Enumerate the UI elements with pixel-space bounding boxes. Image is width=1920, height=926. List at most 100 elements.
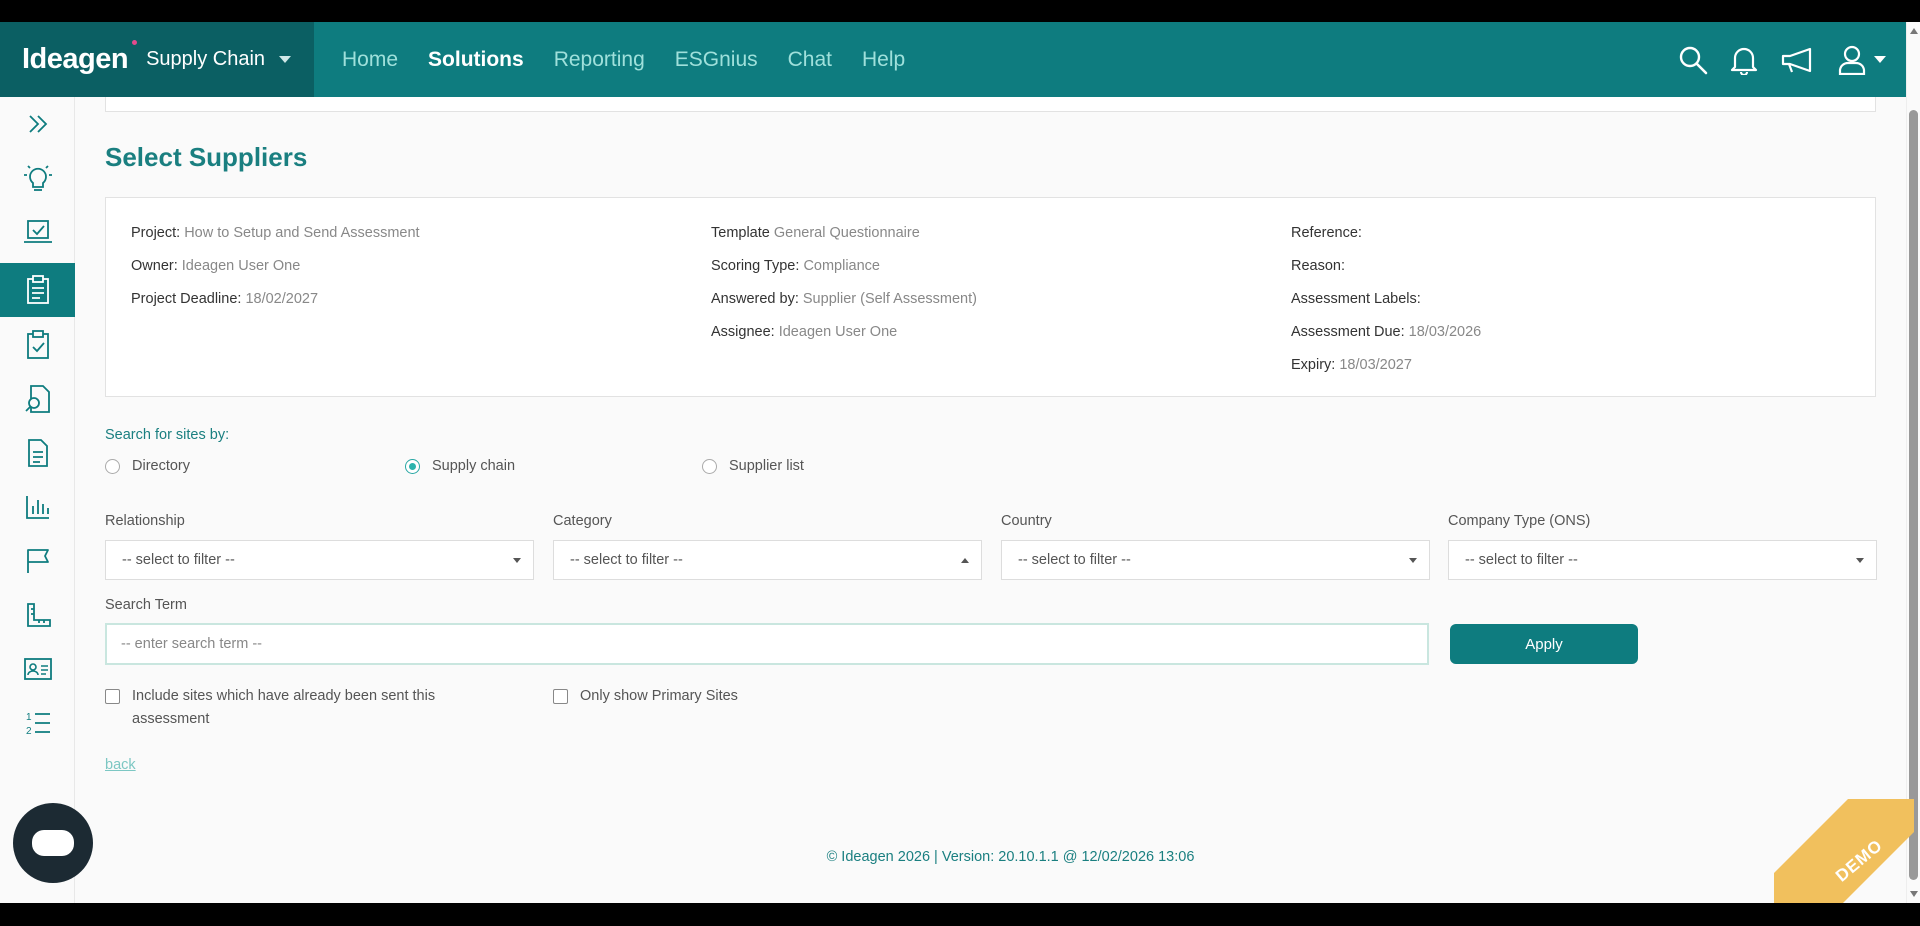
- footer-version: © Ideagen 2026 | Version: 20.10.1.1 @ 12…: [826, 849, 1195, 865]
- category-select[interactable]: -- select to filter --: [553, 540, 982, 580]
- relationship-select[interactable]: -- select to filter --: [105, 540, 534, 580]
- scroll-up-icon[interactable]: [1910, 28, 1918, 34]
- info-assessment-due: Assessment Due: 18/03/2026: [1291, 324, 1482, 340]
- vertical-scrollbar[interactable]: [1906, 22, 1920, 903]
- filter-label-category: Category: [553, 513, 612, 529]
- search-term-input[interactable]: [105, 623, 1429, 665]
- app-window: Ideagen Supply Chain Home Solutions Repo…: [0, 0, 1920, 926]
- back-link[interactable]: back: [105, 757, 136, 773]
- bell-icon[interactable]: [1730, 45, 1758, 75]
- info-project: Project: How to Setup and Send Assessmen…: [131, 225, 420, 241]
- user-icon: [1838, 45, 1866, 75]
- sidebar-item-assessments[interactable]: [0, 205, 75, 259]
- nav-solutions[interactable]: Solutions: [428, 48, 524, 72]
- search-by-label: Search for sites by:: [105, 427, 230, 443]
- info-assessment-labels: Assessment Labels:: [1291, 291, 1421, 307]
- info-reference: Reference:: [1291, 225, 1362, 241]
- sidebar: 12: [0, 97, 75, 903]
- ordered-list-icon: 12: [26, 712, 50, 737]
- nav-reporting[interactable]: Reporting: [554, 48, 645, 72]
- radio-supply-chain[interactable]: Supply chain: [405, 458, 515, 474]
- sidebar-item-flags[interactable]: [0, 534, 75, 588]
- filter-label-country: Country: [1001, 513, 1052, 529]
- chat-icon: [32, 830, 74, 856]
- info-scoring-type: Scoring Type: Compliance: [711, 258, 881, 274]
- sidebar-item-ideas[interactable]: [0, 151, 75, 205]
- nav-home[interactable]: Home: [342, 48, 398, 72]
- sidebar-item-projects[interactable]: [0, 263, 75, 317]
- svg-text:1: 1: [26, 712, 32, 723]
- checkbox[interactable]: [553, 689, 568, 704]
- svg-text:2: 2: [26, 726, 32, 737]
- document-icon: [27, 439, 48, 467]
- bar-chart-icon: [25, 496, 49, 519]
- search-term-label: Search Term: [105, 597, 187, 613]
- chevron-down-icon: [1409, 558, 1417, 563]
- sidebar-item-documents[interactable]: [0, 426, 75, 480]
- project-info-panel: Project: How to Setup and Send Assessmen…: [105, 197, 1876, 397]
- info-expiry: Expiry: 18/03/2027: [1291, 357, 1412, 373]
- filter-label-relationship: Relationship: [105, 513, 185, 529]
- radio-circle[interactable]: [702, 458, 717, 474]
- radio-circle-selected[interactable]: [405, 458, 420, 474]
- main-nav: Home Solutions Reporting ESGnius Chat He…: [342, 22, 905, 97]
- apply-button[interactable]: Apply: [1450, 624, 1638, 664]
- page-title: Select Suppliers: [105, 142, 308, 172]
- scrollbar-thumb[interactable]: [1909, 110, 1918, 880]
- sidebar-item-lists[interactable]: 12: [0, 696, 75, 750]
- country-select[interactable]: -- select to filter --: [1001, 540, 1430, 580]
- lightbulb-icon: [23, 165, 52, 191]
- chevron-down-icon: [513, 558, 521, 563]
- megaphone-icon[interactable]: [1780, 46, 1816, 74]
- ruler-icon: [26, 603, 51, 627]
- product-name: Supply Chain: [146, 48, 266, 70]
- id-card-icon: [23, 658, 52, 680]
- radio-circle[interactable]: [105, 458, 120, 474]
- info-owner: Owner: Ideagen User One: [131, 258, 301, 274]
- top-panel-edge: [105, 97, 1876, 112]
- info-column-template: Template General Questionnaire Scoring T…: [711, 224, 977, 356]
- top-navigation: Ideagen Supply Chain Home Solutions Repo…: [0, 22, 1906, 97]
- info-assignee: Assignee: Ideagen User One: [711, 324, 898, 340]
- company-type-select[interactable]: -- select to filter --: [1448, 540, 1877, 580]
- laptop-check-icon: [23, 220, 52, 243]
- sidebar-item-reports[interactable]: [0, 480, 75, 534]
- document-search-icon: [24, 385, 50, 413]
- search-icon[interactable]: [1678, 45, 1708, 75]
- filter-label-company-type: Company Type (ONS): [1448, 513, 1591, 529]
- info-column-project: Project: How to Setup and Send Assessmen…: [131, 224, 420, 323]
- sidebar-item-measures[interactable]: [0, 588, 75, 642]
- flag-icon: [26, 549, 49, 573]
- chevron-up-icon: [961, 558, 969, 563]
- nav-actions: [1678, 22, 1886, 97]
- nav-chat[interactable]: Chat: [788, 48, 832, 72]
- sidebar-item-contacts[interactable]: [0, 642, 75, 696]
- chevron-down-icon: [1856, 558, 1864, 563]
- brand-switcher[interactable]: Ideagen Supply Chain: [0, 22, 314, 97]
- clipboard-icon: [26, 275, 49, 304]
- sidebar-item-tasks[interactable]: [0, 318, 75, 372]
- clipboard-check-icon: [26, 330, 49, 359]
- nav-help[interactable]: Help: [862, 48, 905, 72]
- include-sent-checkbox[interactable]: Include sites which have already been se…: [105, 685, 505, 731]
- sidebar-item-search-docs[interactable]: [0, 372, 75, 426]
- info-reason: Reason:: [1291, 258, 1346, 274]
- ideagen-logo: Ideagen: [22, 40, 138, 76]
- chat-launcher-button[interactable]: [13, 803, 93, 883]
- info-answered-by: Answered by: Supplier (Self Assessment): [711, 291, 977, 307]
- info-column-reference: Reference: Reason: Assessment Labels: As…: [1291, 224, 1481, 389]
- expand-icon: [28, 115, 47, 133]
- radio-supplier-list[interactable]: Supplier list: [702, 458, 804, 474]
- info-template: Template General Questionnaire: [711, 225, 920, 241]
- chevron-down-icon[interactable]: [279, 56, 292, 63]
- nav-esgnius[interactable]: ESGnius: [675, 48, 758, 72]
- user-menu[interactable]: [1838, 45, 1886, 75]
- demo-ribbon: DEMO: [1774, 799, 1914, 903]
- radio-directory[interactable]: Directory: [105, 458, 190, 474]
- main-content: Select Suppliers Project: How to Setup a…: [75, 97, 1906, 903]
- info-project-deadline: Project Deadline: 18/02/2027: [131, 291, 319, 307]
- checkbox[interactable]: [105, 689, 120, 704]
- sidebar-expand[interactable]: [0, 97, 75, 151]
- primary-sites-checkbox[interactable]: Only show Primary Sites: [553, 685, 738, 708]
- chevron-down-icon: [1874, 55, 1886, 63]
